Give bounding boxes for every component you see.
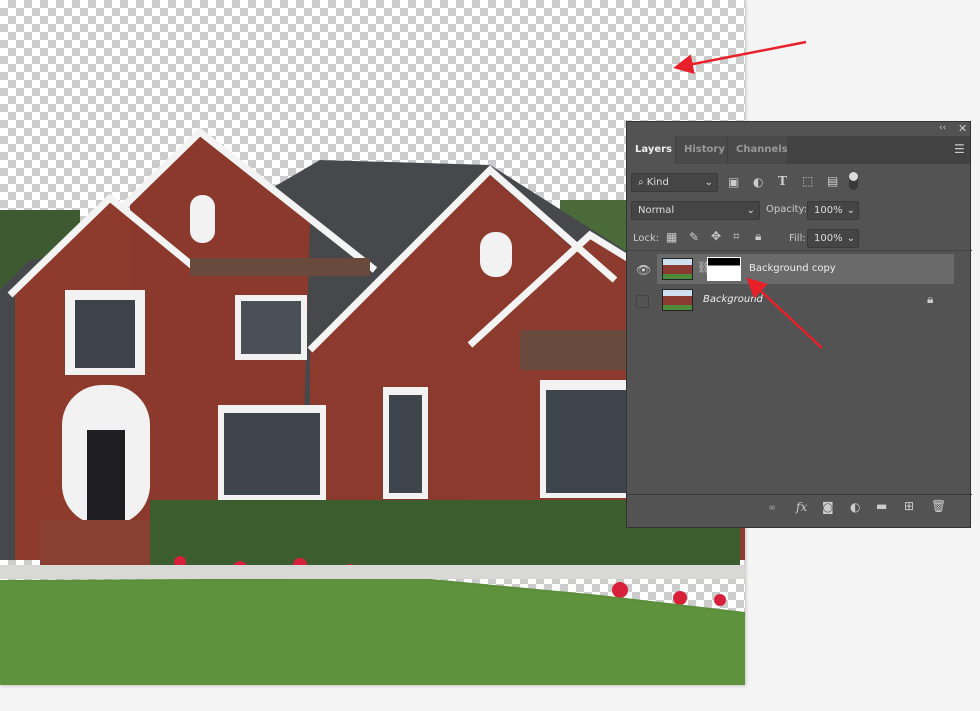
filter-kind-select[interactable]: ⌕ Kind ⌄ [631,173,718,192]
lock-transparent-icon[interactable]: ▦ [666,230,677,244]
close-icon[interactable]: ✕ [958,122,967,135]
trash-icon[interactable]: 🗑︎ [931,499,946,513]
adjustment-icon[interactable]: ◐ [850,500,860,514]
adjustment-filter-icon[interactable]: ◐ [753,175,763,189]
pixel-filter-icon[interactable]: ▣ [728,175,739,189]
smart-object-filter-icon[interactable]: ▤ [827,174,838,188]
layer-mask-thumbnail[interactable] [707,257,741,281]
chevron-down-icon[interactable]: ⌄ [847,202,855,219]
layer-thumbnail [662,289,693,311]
lock-label: Lock: [633,233,660,244]
fill-label: Fill: [789,233,806,244]
opacity-value: 100% [814,205,843,216]
layer-lock-icon: 🔒︎ [927,292,934,306]
layer-name[interactable]: Background [703,294,763,305]
visibility-eye-icon[interactable]: 👁︎ [636,263,651,277]
blend-mode-value: Normal [638,205,675,216]
filter-kind-value: Kind [646,177,669,188]
layer-row-background-copy[interactable]: ⛓︎ Background copy [657,254,954,284]
chevron-down-icon: ⌄ [704,177,713,188]
blend-mode-select[interactable]: Normal ⌄ [631,201,760,220]
visibility-toggle-empty[interactable] [636,295,649,308]
chevron-down-icon[interactable]: ⌄ [847,230,855,247]
layer-thumbnail [662,258,693,280]
tab-channels[interactable]: Channels [728,136,788,164]
layer-row-background[interactable]: Background 🔒︎ [657,285,954,315]
lock-all-icon[interactable]: 🔒︎ [755,229,761,244]
opacity-label: Opacity: [766,204,808,215]
layers-panel: ‹‹ ✕ Layers History Channels ☰ ⌕ Kind ⌄ ▣… [626,121,972,528]
lock-position-icon[interactable]: ✥ [711,229,721,243]
lock-artboard-icon[interactable]: ⌗ [733,229,740,244]
chevron-down-icon: ⌄ [746,205,755,216]
tab-layers[interactable]: Layers [627,136,675,164]
type-filter-icon[interactable]: T [778,174,787,188]
tab-history[interactable]: History [676,136,727,164]
fx-icon[interactable]: fx [796,500,807,514]
fill-value: 100% [814,233,843,244]
filter-toggle[interactable] [849,172,858,190]
lock-image-icon[interactable]: ✎ [689,230,699,244]
search-icon: ⌕ [638,177,647,188]
collapse-icon[interactable]: ‹‹ [939,123,946,133]
link-icon[interactable]: ⚭ [767,501,777,515]
new-layer-icon[interactable]: ⊞ [904,499,914,513]
layer-name[interactable]: Background copy [749,263,836,274]
fill-input[interactable]: 100% ⌄ [807,229,859,248]
panel-menu-icon[interactable]: ☰ [954,142,965,156]
mask-icon[interactable]: ◙ [822,500,834,514]
opacity-input[interactable]: 100% ⌄ [807,201,859,220]
shape-filter-icon[interactable]: ⬚ [802,174,813,188]
folder-icon[interactable]: ▬ [876,499,887,513]
